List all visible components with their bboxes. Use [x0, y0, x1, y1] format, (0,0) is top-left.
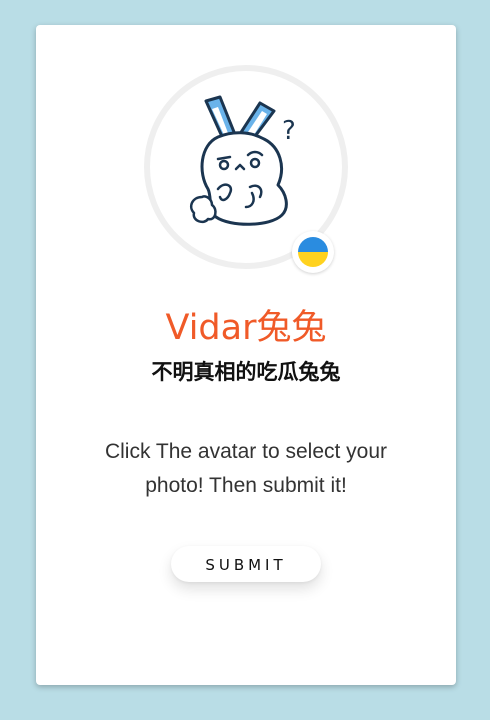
avatar-container[interactable]: ? [144, 65, 348, 273]
instruction-line-2: photo! Then submit it! [145, 474, 347, 497]
flag-circle [298, 237, 328, 267]
instruction-line-1: Click The avatar to select your [104, 440, 388, 463]
question-mark-icon: ? [282, 116, 296, 146]
instruction-text: Click The avatar to select your photo! T… [76, 435, 416, 503]
flag-bottom-stripe [298, 252, 328, 267]
profile-card: ? Vidar兔兔 不明真相的吃瓜兔兔 Click The avatar to … [36, 25, 456, 685]
flag-top-stripe [298, 237, 328, 252]
submit-button[interactable]: SUBMIT [171, 546, 321, 582]
profile-name: Vidar兔兔 [165, 308, 327, 348]
confused-rabbit-icon[interactable]: ? [178, 89, 308, 239]
profile-tagline: 不明真相的吃瓜兔兔 [151, 360, 341, 384]
ukraine-flag-icon [292, 231, 334, 273]
